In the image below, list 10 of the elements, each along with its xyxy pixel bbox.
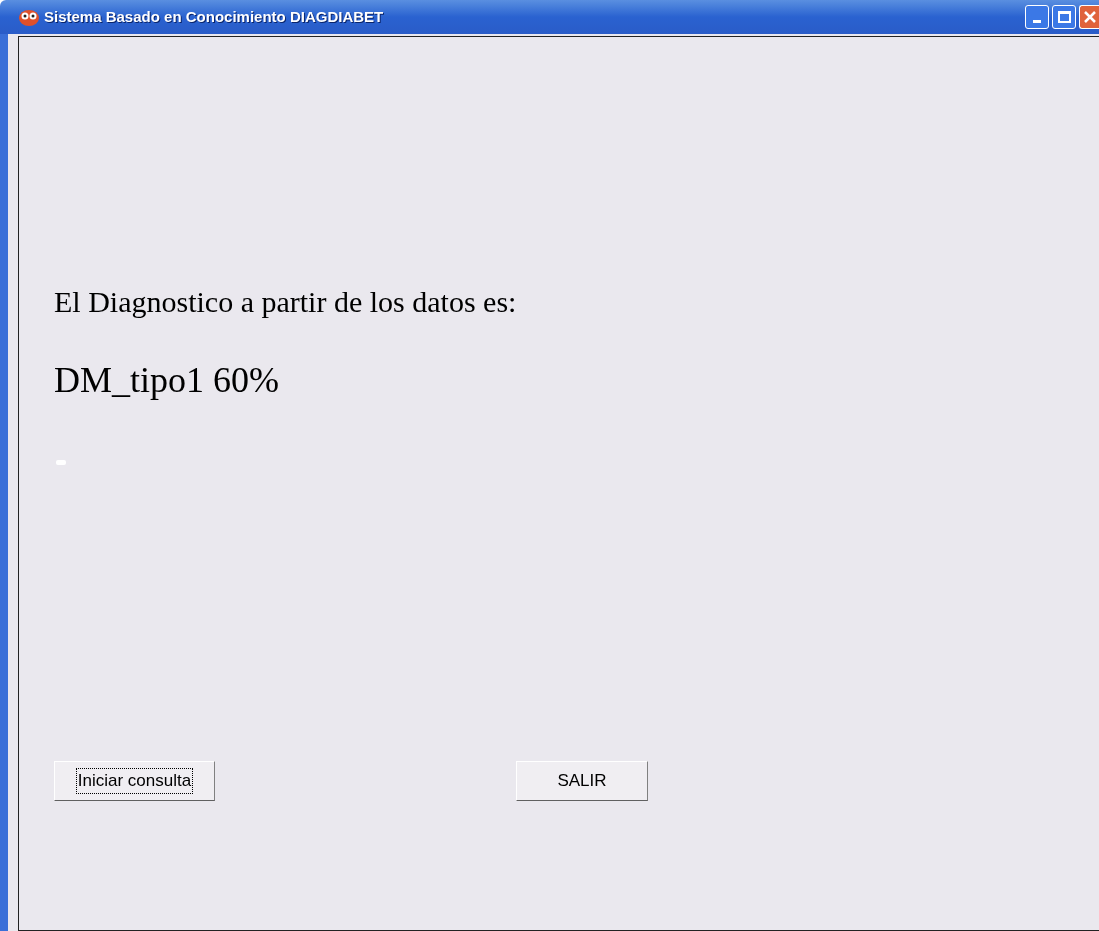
minimize-button[interactable] <box>1025 5 1049 29</box>
diagnosis-text: DM_tipo1 60% <box>54 359 280 402</box>
action-button[interactable]: Iniciar consulta <box>54 761 215 801</box>
action-button[interactable]: SALIR <box>516 761 648 801</box>
maximize-button[interactable] <box>1052 5 1076 29</box>
close-button[interactable] <box>1079 5 1099 29</box>
close-icon <box>1083 11 1096 23</box>
window-title: Sistema Basado en Conocimiento DIAGDIABET <box>44 6 384 27</box>
result-heading: El Diagnostico a partir de los datos es: <box>54 284 518 320</box>
owl-icon <box>18 8 40 26</box>
